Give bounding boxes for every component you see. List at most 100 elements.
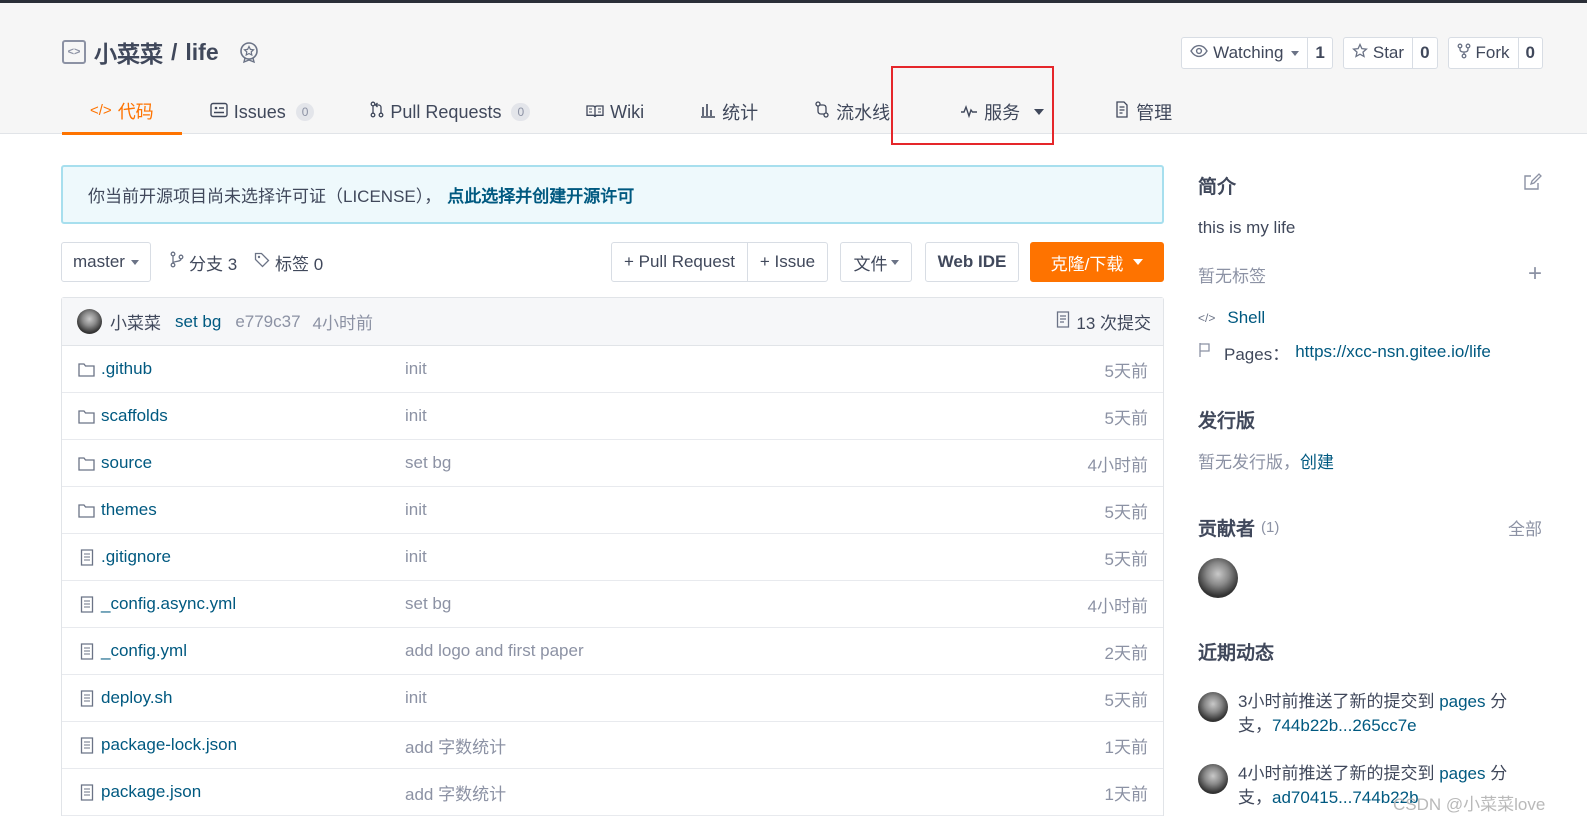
tab-issues-label: Issues (233, 101, 286, 122)
table-row[interactable]: package-lock.json add 字数统计 1天前 (62, 722, 1163, 769)
new-issue-button[interactable]: + Issue (747, 242, 828, 282)
tab-manage-label: 管理 (1136, 103, 1173, 123)
file-name-link[interactable]: package.json (101, 782, 405, 802)
file-commit-message[interactable]: init (405, 359, 1105, 379)
file-name-link[interactable]: .github (101, 359, 405, 379)
pipeline-icon (814, 101, 830, 123)
settings-doc-icon (1114, 100, 1130, 124)
star-count[interactable]: 0 (1413, 38, 1436, 68)
tags-link[interactable]: 标签 0 (254, 242, 323, 282)
tab-wiki[interactable]: Wiki (558, 89, 672, 135)
activity-text: 3小时前推送了新的提交到 pages 分支，744b22b...265cc7e (1238, 690, 1528, 738)
tab-pull-requests[interactable]: Pull Requests 0 (342, 89, 558, 135)
file-menu-button[interactable]: 文件 (840, 242, 912, 282)
all-contributors-link[interactable]: 全部 (1508, 515, 1542, 540)
edit-icon[interactable] (1522, 172, 1542, 198)
star-label: Star (1372, 43, 1405, 62)
activity-range-link[interactable]: 744b22b...265cc7e (1272, 716, 1417, 735)
file-commit-message[interactable]: init (405, 500, 1105, 520)
watch-counter: Watching 1 (1181, 37, 1333, 69)
branch-select[interactable]: master (61, 242, 151, 282)
file-commit-message[interactable]: init (405, 406, 1105, 426)
file-name-link[interactable]: source (101, 453, 405, 473)
commits-link[interactable]: 13 次提交 (1056, 309, 1151, 334)
tab-issues[interactable]: Issues 0 (182, 89, 343, 135)
repo-title: <> 小菜菜 / life (62, 37, 261, 67)
table-row[interactable]: source set bg 4小时前 (62, 440, 1163, 487)
activity-branch-link[interactable]: pages (1439, 764, 1485, 783)
create-license-link[interactable]: 点此选择并创建开源许可 (447, 182, 634, 207)
fork-count[interactable]: 0 (1519, 38, 1542, 68)
services-highlight-box (891, 66, 1054, 145)
clone-download-button[interactable]: 克隆/下载 (1030, 242, 1164, 282)
file-name-link[interactable]: deploy.sh (101, 688, 405, 708)
file-time: 2天前 (1104, 643, 1148, 663)
avatar[interactable] (1198, 764, 1228, 794)
table-row[interactable]: .gitignore init 5天前 (62, 534, 1163, 581)
repo-counters: Watching 1 Star 0 Fork 0 (1181, 37, 1543, 69)
file-commit-message[interactable]: add 字数统计 (405, 733, 1105, 758)
create-release-link[interactable]: 创建 (1300, 448, 1334, 473)
table-row[interactable]: package.json add 字数统计 1天前 (62, 769, 1163, 816)
table-row[interactable]: themes init 5天前 (62, 487, 1163, 534)
repo-separator: / (171, 38, 178, 65)
tags-row: 暂无标签 + (1198, 262, 1542, 286)
file-commit-message[interactable]: set bg (405, 453, 1088, 473)
file-commit-message[interactable]: init (405, 688, 1105, 708)
file-name-link[interactable]: .gitignore (101, 547, 405, 567)
pages-url-link[interactable]: https://xcc-nsn.gitee.io/life (1295, 342, 1491, 362)
commit-count-label: 13 次提交 (1076, 314, 1151, 333)
table-row[interactable]: scaffolds init 5天前 (62, 393, 1163, 440)
file-name-link[interactable]: _config.yml (101, 641, 405, 661)
new-pull-request-button[interactable]: + Pull Request (611, 242, 748, 282)
table-row[interactable]: _config.yml add logo and first paper 2天前 (62, 628, 1163, 675)
file-name-link[interactable]: scaffolds (101, 406, 405, 426)
file-commit-message[interactable]: init (405, 547, 1105, 567)
fork-counter: Fork 0 (1447, 37, 1543, 69)
file-name-link[interactable]: themes (101, 500, 405, 520)
tab-pipeline-label: 流水线 (836, 103, 891, 123)
watch-button[interactable]: Watching (1182, 38, 1309, 68)
book-icon (586, 102, 604, 123)
table-row[interactable]: deploy.sh init 5天前 (62, 675, 1163, 722)
tab-stats-label: 统计 (722, 103, 759, 123)
file-time: 5天前 (1104, 408, 1148, 428)
file-table: 小菜菜 set bg e779c37 4小时前 13 次提交 .github in… (61, 297, 1164, 816)
file-commit-message[interactable]: set bg (405, 594, 1088, 614)
avatar[interactable] (1198, 558, 1238, 598)
tab-pull-requests-label: Pull Requests (390, 101, 502, 122)
file-name-link[interactable]: _config.async.yml (101, 594, 405, 614)
chevron-down-icon (130, 259, 139, 265)
repo-description: this is my life (1198, 218, 1296, 237)
fork-button[interactable]: Fork (1449, 38, 1519, 68)
file-commit-message[interactable]: add logo and first paper (405, 641, 1105, 661)
file-commit-message[interactable]: add 字数统计 (405, 780, 1105, 805)
add-tag-icon[interactable]: + (1528, 262, 1542, 286)
web-ide-button[interactable]: Web IDE (925, 242, 1019, 282)
avatar[interactable] (77, 309, 102, 334)
tab-code[interactable]: </> 代码 (62, 89, 182, 135)
table-row[interactable]: .github init 5天前 (62, 346, 1163, 393)
tab-stats[interactable]: 统计 (672, 89, 786, 135)
repo-name-link[interactable]: life (185, 39, 218, 66)
tab-manage[interactable]: 管理 (1086, 89, 1200, 135)
file-name-link[interactable]: package-lock.json (101, 735, 405, 755)
repo-owner-link[interactable]: 小菜菜 (94, 35, 163, 69)
award-badge-icon[interactable] (237, 40, 261, 64)
chevron-down-icon (1291, 50, 1300, 56)
commit-message[interactable]: set bg (175, 312, 221, 332)
commit-author[interactable]: 小菜菜 (110, 309, 161, 334)
avatar[interactable] (1198, 692, 1228, 722)
star-button[interactable]: Star (1344, 38, 1414, 68)
document-icon (1056, 310, 1070, 333)
branches-link[interactable]: 分支 3 (170, 242, 237, 282)
bookmark-icon (1198, 342, 1212, 363)
contributors-title: 贡献者 (1198, 518, 1256, 540)
code-repo-icon: <> (62, 40, 86, 64)
table-row[interactable]: _config.async.yml set bg 4小时前 (62, 581, 1163, 628)
commit-hash[interactable]: e779c37 (235, 312, 300, 332)
language-link[interactable]: Shell (1227, 308, 1265, 328)
fork-label: Fork (1475, 43, 1510, 62)
watch-count[interactable]: 1 (1308, 38, 1331, 68)
activity-branch-link[interactable]: pages (1439, 692, 1485, 711)
